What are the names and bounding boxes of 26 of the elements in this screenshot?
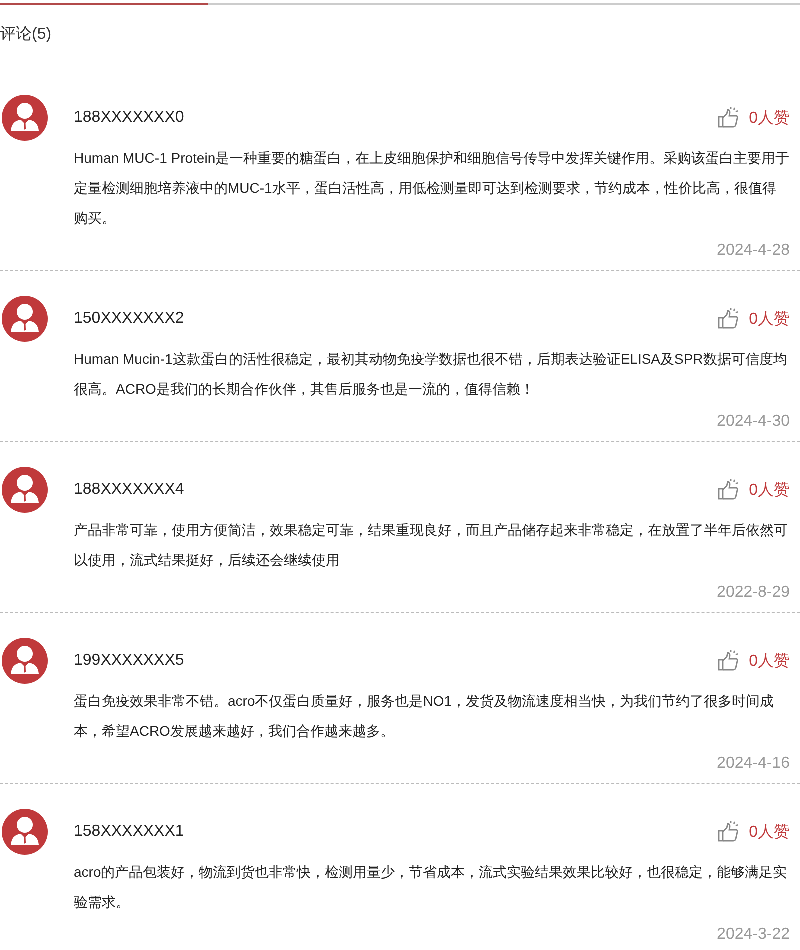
like-count[interactable]: 0人赞 [749, 650, 790, 672]
user-name: 188XXXXXXX0 [74, 109, 186, 127]
like-count[interactable]: 0人赞 [749, 480, 790, 500]
comment-date: 2024-4-28 [717, 241, 790, 261]
comment-date: 2022-8-29 [717, 583, 790, 603]
user-name: 188XXXXXXX4 [74, 481, 186, 499]
thumbs-up-icon[interactable] [717, 307, 742, 331]
comment-text: 产品非常可靠，使用方便简洁，效果稳定可靠，结果重现良好，而且产品储存起来非常稳定，在放置了半年后依然可以使用，流式结果挺好，后续还会继续使用 [74, 521, 789, 570]
comment-date: 2024-4-16 [717, 754, 790, 774]
like-count[interactable]: 0人赞 [749, 108, 790, 128]
thumbs-up-icon[interactable] [717, 649, 742, 673]
comment-text: Human MUC-1 Protein是一种重要的糖蛋白，在上皮细胞保护和细胞信号传导中发挥关键作用。采购该蛋白主要用于定量检测细胞培养液中的MUC-1水平，蛋白活性高，用低检测量即可达到检测要求，节约成本，性价比高，很值得购买。 [74, 149, 790, 228]
user-name: 199XXXXXXX5 [74, 652, 186, 670]
user-name: 158XXXXXXX1 [74, 823, 186, 841]
comment-text: 蛋白免疫效果非常不错。acro不仅蛋白质量好，服务也是NO1，发货及物流速度相当快，为我们节约了很多时间成本，希望ACRO发展越来越好，我们合作越来越多。 [74, 692, 776, 741]
section-title: 评论(5) [0, 25, 52, 45]
thumbs-up-icon[interactable] [717, 478, 742, 502]
comment-date: 2024-4-30 [717, 412, 790, 432]
like-count[interactable]: 0人赞 [749, 308, 790, 330]
comment-text: acro的产品包装好，物流到货也非常快，检测用量少，节省成本，流式实验结果效果比较好，也很稳定，能够满足实验需求。 [74, 863, 788, 912]
thumbs-up-icon[interactable] [717, 820, 742, 844]
like-count[interactable]: 0人赞 [749, 822, 790, 842]
thumbs-up-icon[interactable] [717, 106, 742, 130]
comment-text: Human Mucin-1这款蛋白的活性很稳定，最初其动物免疫学数据也很不错，后期表达验证ELISA及SPR数据可信度均很高。ACRO是我们的长期合作伙伴，其售后服务也是一流的，值得信赖！ [74, 350, 788, 399]
user-name: 150XXXXXXX2 [74, 310, 186, 328]
comment-date: 2024-3-22 [717, 925, 790, 945]
